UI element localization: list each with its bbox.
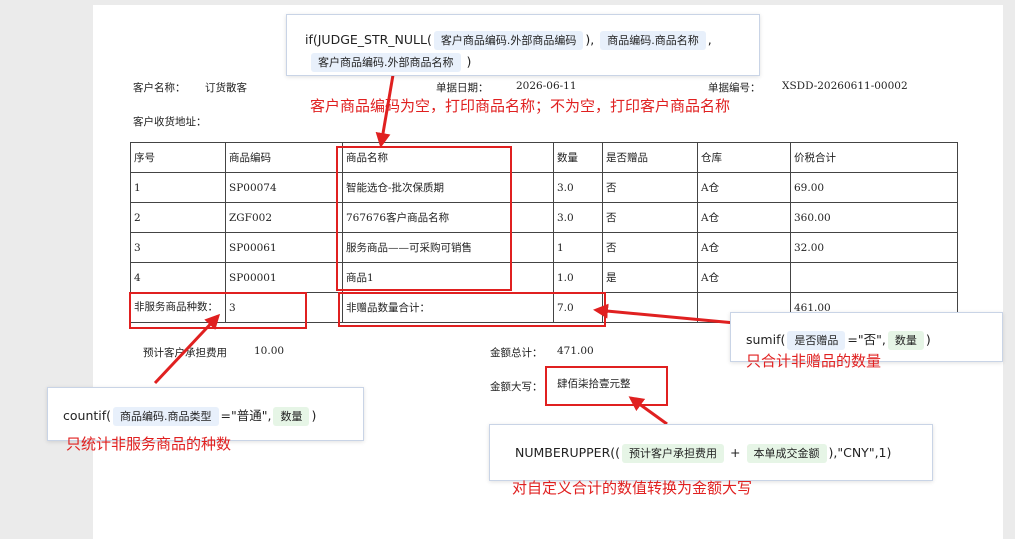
formula-card-product-name[interactable]: if(JUDGE_STR_NULL(客户商品编码.外部商品编码), 商品编码.商品… xyxy=(286,14,760,76)
note-sumif: 只合计非赠品的数量 xyxy=(746,352,882,370)
field-chip[interactable]: 客户商品编码.外部商品名称 xyxy=(311,53,461,72)
field-chip[interactable]: 是否赠品 xyxy=(787,331,846,350)
formula-close: ) xyxy=(466,54,472,69)
note-product-name: 客户商品编码为空，打印商品名称；不为空，打印客户商品名称 xyxy=(310,97,731,115)
formula-close: ) xyxy=(311,408,317,423)
field-chip[interactable]: 本单成交金额 xyxy=(746,444,827,463)
formula-plus: + xyxy=(730,445,741,460)
arrow-to-amount-upper xyxy=(628,396,668,426)
formula-fn: NUMBERUPPER(( xyxy=(515,445,621,460)
field-chip[interactable]: 商品编码.商品类型 xyxy=(113,407,219,426)
note-numberupper: 对自定义合计的数值转换为金额大写 xyxy=(512,479,753,497)
formula-fn: countif( xyxy=(63,408,112,423)
formula-card-numberupper[interactable]: NUMBERUPPER((预计客户承担费用 + 本单成交金额),"CNY",1) xyxy=(489,424,933,481)
formula-close: ) xyxy=(925,332,931,347)
formula-sep: ), xyxy=(585,32,595,47)
formula-condition: ="否", xyxy=(847,332,886,347)
formula-fn: sumif( xyxy=(746,332,786,347)
note-countif: 只统计非服务商品的种数 xyxy=(66,435,232,453)
field-chip[interactable]: 商品编码.商品名称 xyxy=(600,31,706,50)
field-chip[interactable]: 客户商品编码.外部商品编码 xyxy=(433,31,584,50)
field-chip[interactable]: 数量 xyxy=(273,407,310,426)
arrow-to-count xyxy=(153,313,221,385)
formula-close: ),"CNY",1) xyxy=(828,445,892,460)
field-chip[interactable]: 数量 xyxy=(887,331,924,350)
field-chip[interactable]: 预计客户承担费用 xyxy=(622,444,725,463)
formula-fn: if(JUDGE_STR_NULL( xyxy=(305,32,432,47)
formula-sep: , xyxy=(707,32,712,47)
formula-condition: ="普通", xyxy=(220,408,272,423)
arrow-to-qty-sum xyxy=(593,303,736,325)
